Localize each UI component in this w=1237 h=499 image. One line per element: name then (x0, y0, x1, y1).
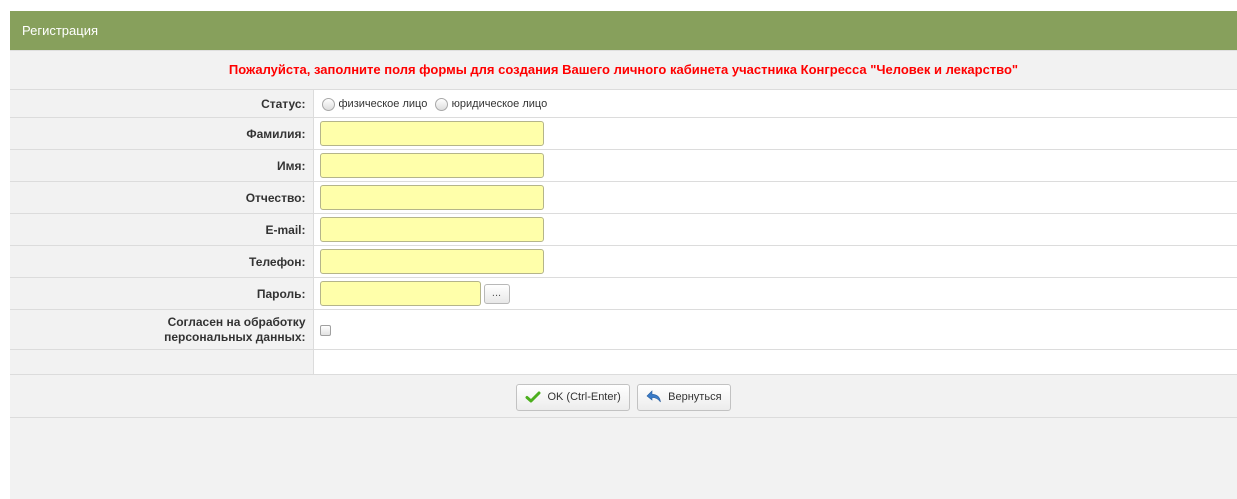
password-generate-button[interactable]: ... (483, 283, 510, 304)
consent-label: Согласен на обработку персональных данны… (10, 309, 313, 350)
form-notice: Пожалуйста, заполните поля формы для соз… (10, 50, 1237, 89)
patronymic-input[interactable] (319, 185, 544, 210)
password-input[interactable] (319, 281, 481, 306)
phone-input[interactable] (319, 249, 544, 274)
first-name-input[interactable] (319, 153, 544, 178)
radio-individual-label[interactable]: физическое лицо (339, 98, 428, 110)
patronymic-label: Отчество: (10, 181, 313, 214)
phone-label: Телефон: (10, 245, 313, 278)
radio-legal-entity-label[interactable]: юридическое лицо (452, 98, 548, 110)
panel-title: Регистрация (22, 23, 98, 38)
status-label: Статус: (10, 89, 313, 118)
email-input[interactable] (319, 217, 544, 242)
form-actions: OK (Ctrl-Enter) Вернуться (10, 374, 1237, 418)
registration-form: Статус: физическое лицо юридическое лицо… (10, 89, 1237, 374)
undo-arrow-icon (646, 389, 661, 402)
consent-label-line2: персональных данных: (164, 329, 306, 344)
first-name-label: Имя: (10, 149, 313, 182)
radio-legal-entity[interactable] (434, 97, 448, 111)
back-button[interactable]: Вернуться (637, 384, 731, 411)
ok-button-label: OK (Ctrl-Enter) (547, 391, 621, 403)
consent-label-line1: Согласен на обработку (167, 314, 306, 329)
ok-button[interactable]: OK (Ctrl-Enter) (516, 384, 630, 411)
registration-panel: Регистрация Пожалуйста, заполните поля ф… (10, 11, 1237, 499)
last-name-label: Фамилия: (10, 117, 313, 150)
check-icon (525, 391, 541, 402)
last-name-input[interactable] (319, 121, 544, 146)
panel-header: Регистрация (10, 11, 1237, 50)
consent-checkbox[interactable] (319, 324, 331, 336)
status-options: физическое лицо юридическое лицо (312, 89, 1237, 118)
radio-individual[interactable] (321, 97, 335, 111)
empty-row-label (10, 349, 313, 374)
back-button-label: Вернуться (668, 391, 722, 403)
empty-row-value (312, 349, 1237, 374)
password-label: Пароль: (10, 277, 313, 310)
email-label: E-mail: (10, 213, 313, 246)
